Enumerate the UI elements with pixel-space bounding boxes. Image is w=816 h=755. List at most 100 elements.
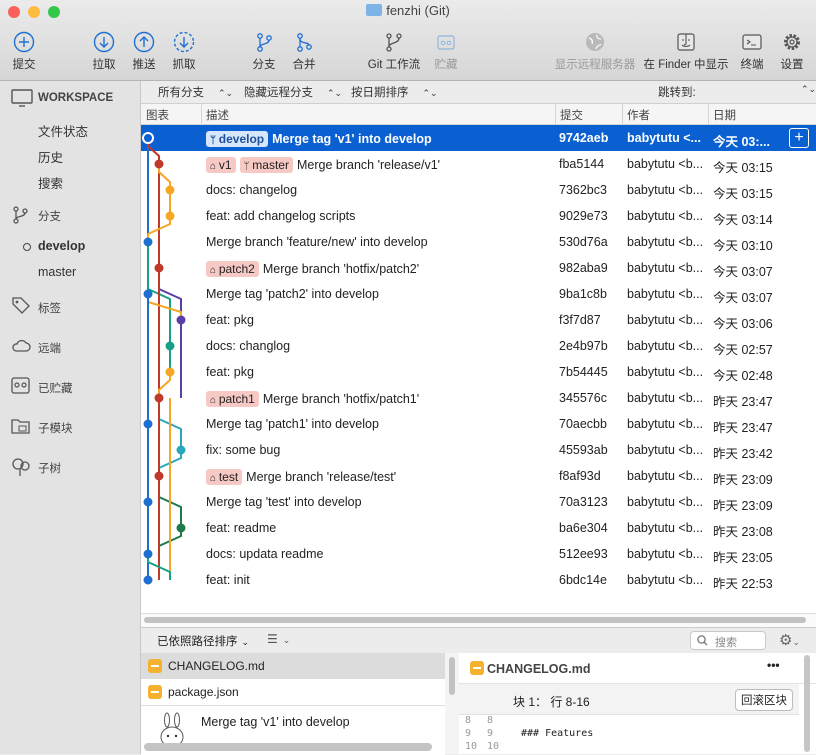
commit-row[interactable]: Merge tag 'patch2' into develop 9ba1c8b ba… <box>141 281 816 307</box>
tag-label[interactable]: ⌂ v1 <box>206 157 236 173</box>
branch-label[interactable]: ᛘ develop <box>206 131 269 147</box>
horizontal-scrollbar[interactable] <box>141 613 816 628</box>
commit-row[interactable]: feat: pkg f3f7d87 babytutu <b... 今天 03:06 <box>141 307 816 333</box>
column-date[interactable]: 日期 <box>713 107 736 123</box>
commit-row[interactable]: ⌂ test Merge branch 'release/test' f8af93d… <box>141 463 816 489</box>
add-button[interactable]: + <box>789 128 809 148</box>
commit-message: Merge branch 'hotfix/patch1' <box>262 392 420 406</box>
file-row[interactable]: package.json <box>141 679 445 705</box>
commit-author: babytutu <b... <box>627 495 704 509</box>
push-button[interactable]: 推送 <box>126 28 162 72</box>
toolbar: fenzhi (Git) 提交 拉取 推送 抓取 分支 合并 Git 工作流 贮… <box>0 0 816 81</box>
sidebar-item-branch-develop[interactable]: develop <box>38 239 85 253</box>
commit-info-scrollbar[interactable] <box>144 743 432 751</box>
commit-row[interactable]: ⌂ v1 ᛘ master Merge branch 'release/v1' fba… <box>141 151 816 177</box>
commit-row[interactable]: docs: changlog 2e4b97b babytutu <b... 今天 02… <box>141 333 816 359</box>
scrollbar-thumb[interactable] <box>449 657 455 695</box>
search-field[interactable]: 搜索 <box>690 631 766 650</box>
commit-row[interactable]: Merge branch 'feature/new' into develop 5… <box>141 229 816 255</box>
file-list[interactable]: CHANGELOG.md package.json <box>141 653 445 705</box>
commit-message: Merge tag 'v1' into develop <box>201 715 350 729</box>
more-options-button[interactable]: ••• <box>767 658 780 672</box>
commit-message: feat: readme <box>206 521 277 535</box>
commit-row[interactable]: fix: some bug 45593ab babytutu <b... 昨天 23:… <box>141 437 816 463</box>
tag-icon: ⌂ <box>210 161 219 172</box>
tag-label[interactable]: ⌂ test <box>206 469 243 485</box>
tag-label[interactable]: ⌂ patch2 <box>206 261 259 277</box>
commit-row[interactable]: docs: changelog 7362bc3 babytutu <b... 今天 0… <box>141 177 816 203</box>
commit-row[interactable]: ⌂ patch1 Merge branch 'hotfix/patch1' 3455… <box>141 385 816 411</box>
tag-icon: ⌂ <box>210 395 219 406</box>
commit-row[interactable]: feat: add changelog scripts 9029e73 babytu… <box>141 203 816 229</box>
merge-button[interactable]: 合并 <box>286 28 322 72</box>
revert-hunk-button[interactable]: 回滚区块 <box>735 689 793 711</box>
commit-list[interactable]: ᛘ develop Merge tag 'v1' into develop 9742… <box>141 125 816 613</box>
column-author[interactable]: 作者 <box>627 107 650 123</box>
sidebar-stashes-header[interactable]: 已贮藏 <box>38 380 73 396</box>
commit-row[interactable]: feat: init 6bdc14e babytutu <b... 昨天 22:53 <box>141 567 816 593</box>
column-commit[interactable]: 提交 <box>560 107 583 123</box>
all-branches-label: 所有分支 <box>158 87 204 99</box>
gear-dropdown[interactable]: ⚙⌄ <box>779 631 800 649</box>
sort-date-dropdown[interactable]: 按日期排序 ⌃⌄ <box>351 84 438 100</box>
hide-remote-dropdown[interactable]: 隐藏远程分支 ⌃⌄ <box>244 84 342 100</box>
sidebar-item-branch-master[interactable]: master <box>38 265 76 279</box>
sidebar-submodules-header[interactable]: 子模块 <box>38 420 73 436</box>
graph-edge <box>147 294 182 320</box>
git-flow-label: Git 工作流 <box>367 59 421 71</box>
chevron-down-icon: ⌄ <box>282 635 291 645</box>
commit-message: Merge tag 'v1' into develop <box>272 132 432 146</box>
ref-name: develop <box>218 132 265 146</box>
commit-node <box>143 575 153 585</box>
settings-button[interactable]: 设置 <box>776 28 808 72</box>
commit-button[interactable]: 提交 <box>6 28 42 72</box>
branch-label[interactable]: ᛘ master <box>239 157 293 173</box>
commit-message: feat: pkg <box>206 313 254 327</box>
tag-label[interactable]: ⌂ patch1 <box>206 391 259 407</box>
fetch-button[interactable]: 抓取 <box>166 28 202 72</box>
stash-button[interactable]: 贮藏 <box>428 28 464 72</box>
sidebar-remotes-header[interactable]: 远端 <box>38 340 61 356</box>
diff-scrollbar[interactable] <box>803 655 811 752</box>
branch-button[interactable]: 分支 <box>246 28 282 72</box>
sort-by-path-dropdown[interactable]: 已依照路径排序 ⌄ <box>157 633 249 649</box>
show-in-finder-button[interactable]: 在 Finder 中显示 <box>642 28 730 72</box>
commit-message: fix: some bug <box>206 443 281 457</box>
commit-date: 今天 02:48 <box>713 369 773 383</box>
terminal-button[interactable]: 终端 <box>736 28 768 72</box>
commit-node <box>154 393 164 403</box>
commit-row[interactable]: Merge tag 'test' into develop 70a3123 baby… <box>141 489 816 515</box>
commit-row[interactable]: ⌂ patch2 Merge branch 'hotfix/patch2' 982a… <box>141 255 816 281</box>
commit-row[interactable]: feat: readme ba6e304 babytutu <b... 昨天 23:0… <box>141 515 816 541</box>
sidebar-item-search[interactable]: 搜索 <box>38 173 63 192</box>
file-row[interactable]: CHANGELOG.md <box>141 653 445 679</box>
sidebar-tags-header[interactable]: 标签 <box>38 300 61 316</box>
sidebar-subtrees-header[interactable]: 子树 <box>38 460 61 476</box>
git-flow-button[interactable]: Git 工作流 <box>364 28 424 72</box>
view-mode-dropdown[interactable]: ☰ ⌄ <box>267 632 290 646</box>
column-graph[interactable]: 图表 <box>146 107 169 123</box>
jump-to-dropdown[interactable]: 跳转到: <box>658 84 696 100</box>
commit-row[interactable]: Merge tag 'patch1' into develop 70aecbb ba… <box>141 411 816 437</box>
file-list-scrollbar[interactable] <box>445 653 459 754</box>
column-description[interactable]: 描述 <box>206 107 229 123</box>
commit-row[interactable]: ᛘ develop Merge tag 'v1' into develop 9742… <box>141 125 816 151</box>
sidebar-branches-header[interactable]: 分支 <box>38 208 61 224</box>
sidebar-item-history[interactable]: 历史 <box>38 147 63 166</box>
commit-description: ⌂ patch1 Merge branch 'hotfix/patch1' <box>206 391 419 407</box>
commit-description: Merge tag 'patch1' into develop <box>206 417 379 431</box>
scrollbar-thumb[interactable] <box>804 655 810 752</box>
show-remote-button[interactable]: 显示远程服务器 <box>552 28 638 72</box>
commit-message: feat: init <box>206 573 250 587</box>
sort-by-path-label: 已依照路径排序 <box>157 636 238 648</box>
pull-button[interactable]: 拉取 <box>86 28 122 72</box>
scrollbar-thumb[interactable] <box>144 617 806 623</box>
commit-row[interactable]: docs: updata readme 512ee93 babytutu <b...… <box>141 541 816 567</box>
all-branches-dropdown[interactable]: 所有分支 ⌃⌄ <box>158 84 233 100</box>
commit-row[interactable]: feat: pkg 7b54445 babytutu <b... 今天 02:48 <box>141 359 816 385</box>
sidebar-item-file-status[interactable]: 文件状态 <box>38 121 88 140</box>
monitor-icon <box>11 89 33 107</box>
commit-node <box>165 341 175 351</box>
commit-message: Merge tag 'patch2' into develop <box>206 287 379 301</box>
commit-author: babytutu <b... <box>627 469 704 483</box>
